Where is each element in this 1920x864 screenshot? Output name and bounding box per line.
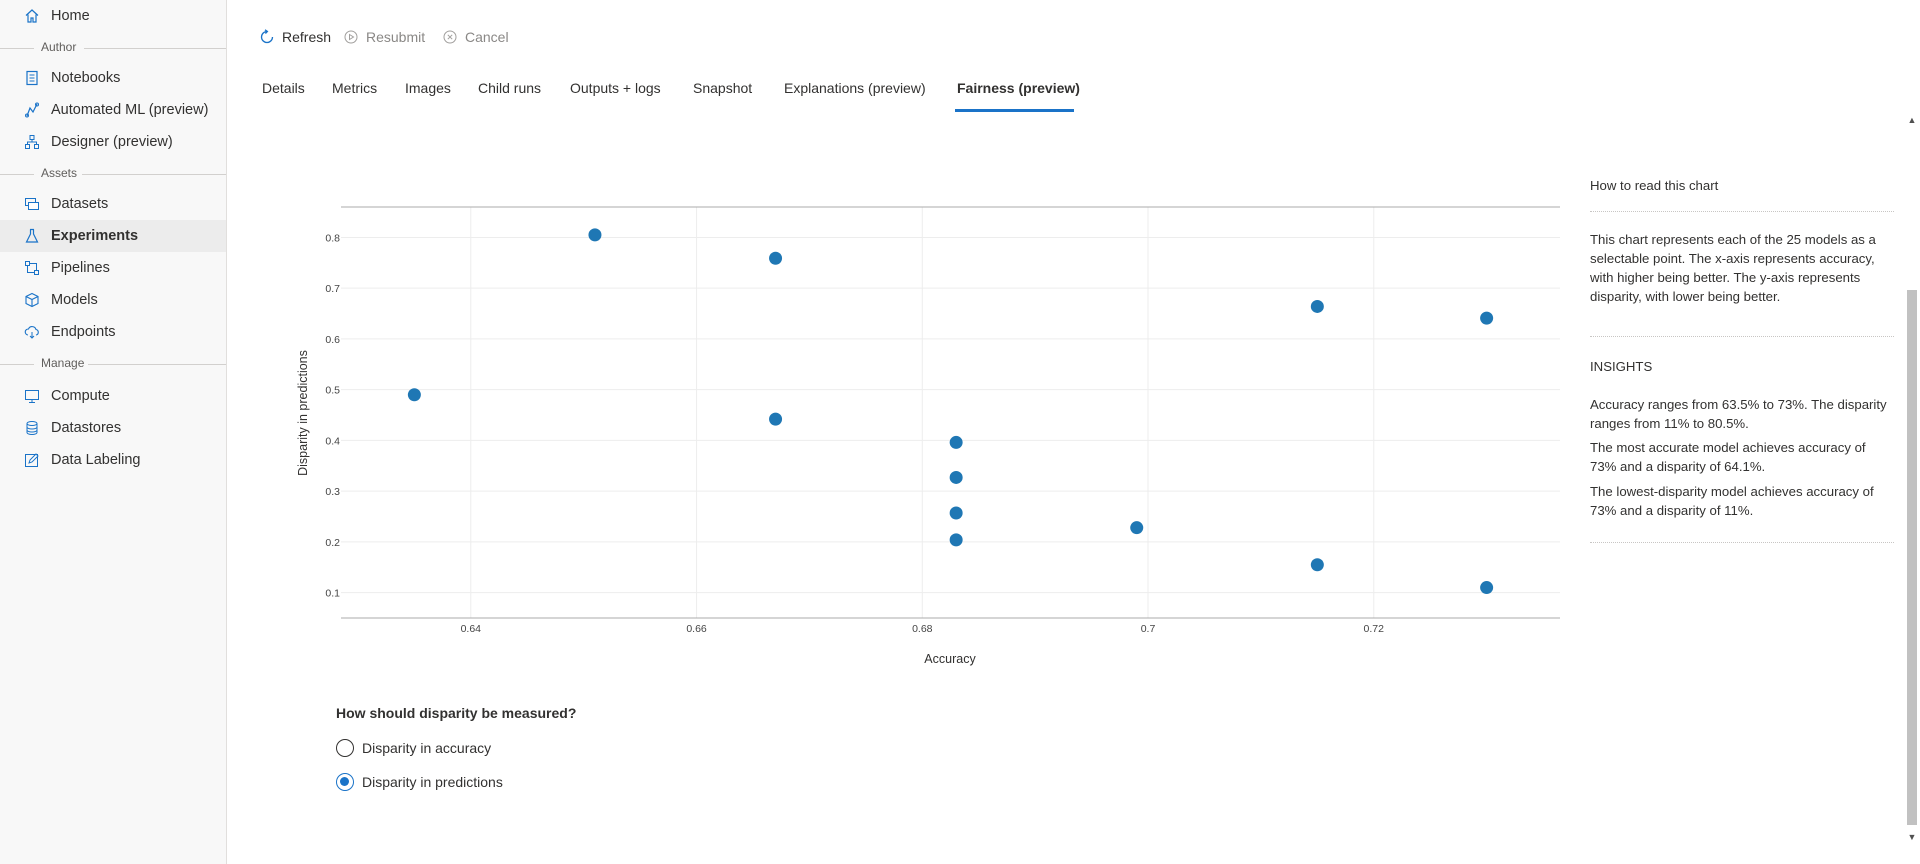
scroll-up-arrow[interactable]: ▲ [1906,115,1918,125]
insights-title: INSIGHTS [1590,359,1653,374]
data-point[interactable] [1130,521,1144,535]
x-tick-label: 0.68 [912,623,933,635]
insight-lowest-disparity: The lowest-disparity model achieves accu… [1590,484,1874,518]
chart-axes: 0.64 0.66 0.68 0.7 0.72 0.1 0.2 0.3 0.4 0.5 0.6 0.7… [325,206,1560,635]
radio-button-checked[interactable] [336,773,354,791]
data-point[interactable] [769,251,783,265]
x-axis-label: Accuracy [924,652,976,666]
y-tick-label: 0.5 [325,385,340,397]
panel-divider [1590,336,1894,337]
radio-label: Disparity in predictions [362,774,503,790]
y-tick-label: 0.7 [325,283,340,295]
radio-label: Disparity in accuracy [362,740,492,756]
data-point[interactable] [949,533,963,547]
data-point[interactable] [1480,581,1494,595]
chart-grid [341,207,1560,618]
y-tick-label: 0.3 [325,486,340,498]
insight-most-accurate: The most accurate model achieves accurac… [1590,440,1866,474]
panel-divider [1590,542,1894,543]
insight-range: Accuracy ranges from 63.5% to 73%. The d… [1590,397,1887,431]
radio-disparity-accuracy[interactable]: Disparity in accuracy [336,737,491,759]
y-tick-label: 0.8 [325,232,340,244]
data-point[interactable] [1310,299,1324,313]
x-tick-label: 0.66 [686,623,707,635]
y-axis-label: Disparity in predictions [296,350,310,476]
y-tick-label: 0.6 [325,334,340,346]
scatter-chart: 0.64 0.66 0.68 0.7 0.72 0.1 0.2 0.3 0.4 0.5 0.6 0.7… [296,206,1560,666]
y-tick-label: 0.1 [325,588,340,600]
scrollbar-thumb[interactable] [1907,290,1917,825]
data-point[interactable] [949,435,963,449]
y-tick-label: 0.4 [325,435,340,447]
x-tick-label: 0.72 [1364,623,1385,635]
data-point[interactable] [588,228,602,242]
data-point[interactable] [1480,311,1494,325]
y-tick-label: 0.2 [325,537,340,549]
chart-points [407,228,1494,595]
data-point[interactable] [769,412,783,426]
how-to-text: This chart represents each of the 25 mod… [1590,232,1876,304]
data-point[interactable] [1310,558,1324,572]
how-to-title: How to read this chart [1590,178,1719,193]
x-tick-label: 0.64 [461,623,482,635]
data-point[interactable] [949,506,963,520]
data-point[interactable] [407,388,421,402]
data-point[interactable] [949,470,963,484]
radio-disparity-predictions[interactable]: Disparity in predictions [336,771,503,793]
disparity-question: How should disparity be measured? [336,705,577,721]
panel-divider [1590,211,1894,212]
scroll-down-arrow[interactable]: ▼ [1906,832,1918,842]
radio-button-unchecked[interactable] [336,739,354,757]
x-tick-label: 0.7 [1141,623,1156,635]
